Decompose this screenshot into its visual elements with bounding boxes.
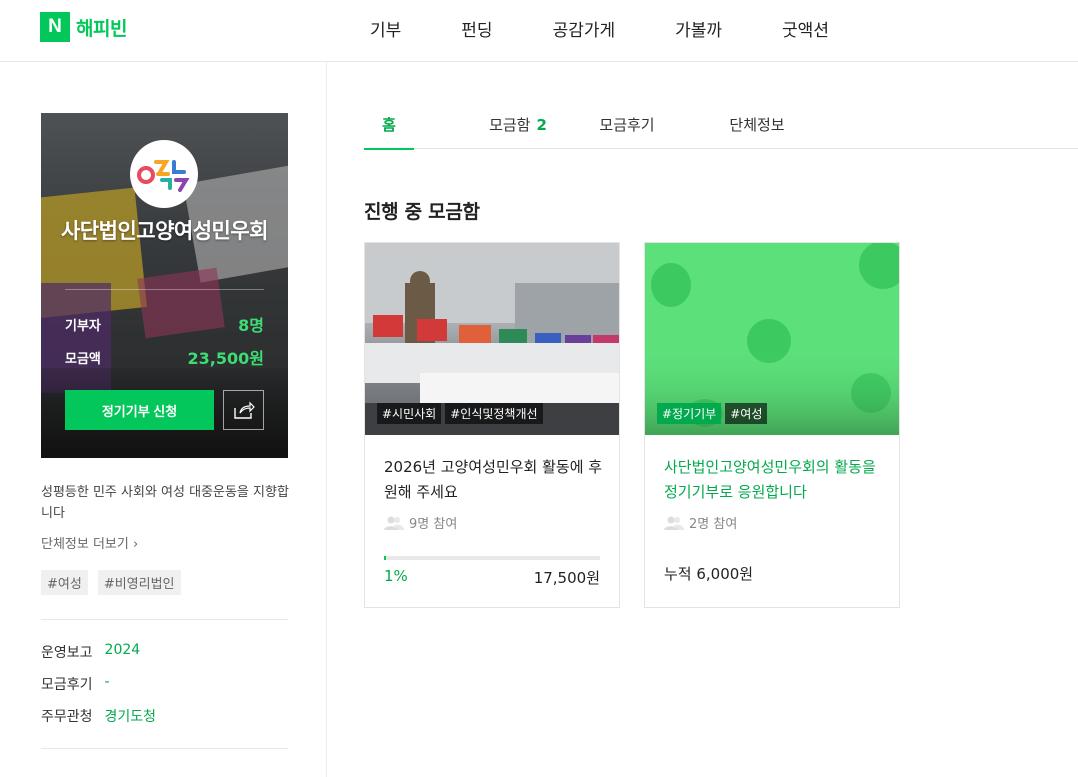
card-tag[interactable]: #시민사회 (377, 403, 442, 424)
donor-count-value: 8명 (238, 316, 264, 335)
tab-label: 모금후기 (599, 116, 655, 134)
fundraiser-stats: 1% 17,500원 (384, 567, 600, 588)
people-icon (384, 516, 404, 530)
organization-logo (130, 140, 198, 208)
info-row-report: 운영보고 2024 (41, 642, 140, 662)
organization-name: 사단법인고양여성민우회 (60, 219, 269, 243)
org-info-more-link[interactable]: 단체정보 더보기 › (41, 533, 138, 552)
fundraiser-card[interactable]: #시민사회 #인식및정책개선 2026년 고양여성민우회 활동에 후원해 주세요… (364, 242, 620, 608)
info-divider-bottom (41, 748, 288, 749)
organization-description: 성평등한 민주 사회와 여성 대중운동을 지향합니다 (41, 485, 289, 521)
accumulated-amount: 누적 6,000원 (664, 565, 754, 583)
info-row-authority: 주무관청 경기도청 (41, 706, 156, 726)
column-divider (326, 62, 327, 777)
tab-label: 단체정보 (729, 116, 785, 134)
amount-label: 모금액 (65, 351, 101, 367)
menu-goodaction[interactable]: 굿액션 (782, 16, 829, 41)
naver-logo-icon: N (40, 12, 70, 42)
tab-reviews[interactable]: 모금후기 (582, 100, 672, 149)
share-button[interactable] (223, 390, 264, 430)
info-label: 운영보고 (41, 645, 93, 661)
section-title: 진행 중 모금함 (364, 201, 480, 223)
organization-profile-card: 사단법인고양여성민우회 기부자 8명 모금액 23,500원 정기기부 신청 (41, 113, 288, 458)
fundraiser-title[interactable]: 사단법인고양여성민우회의 활동을 정기기부로 응원합니다 (664, 455, 884, 505)
regular-donation-card[interactable]: #정기기부 #여성 사단법인고양여성민우회의 활동을 정기기부로 응원합니다 2… (644, 242, 900, 608)
tag-women[interactable]: #여성 (41, 570, 88, 595)
info-divider-top (41, 619, 288, 620)
share-icon (233, 401, 255, 419)
card-tag[interactable]: #인식및정책개선 (445, 403, 543, 424)
tab-org-info[interactable]: 단체정보 (712, 100, 802, 149)
card-tag[interactable]: #여성 (725, 403, 768, 424)
participants-count: 9명 참여 (409, 517, 458, 532)
tab-count: 2 (536, 115, 547, 134)
card-tags: #정기기부 #여성 (657, 403, 768, 424)
info-label: 주무관청 (41, 709, 93, 725)
top-navigation: N 해피빈 기부 펀딩 공감가게 가볼까 굿액션 (0, 0, 1078, 62)
fundraiser-title[interactable]: 2026년 고양여성민우회 활동에 후원해 주세요 (384, 455, 604, 505)
raised-amount: 17,500원 (533, 569, 600, 587)
womenlink-logo-icon (137, 160, 190, 192)
amount-value: 23,500원 (187, 349, 264, 368)
info-value-link[interactable]: 2024 (105, 642, 141, 662)
tab-label: 홈 (382, 116, 396, 134)
main-menu: 기부 펀딩 공감가게 가볼까 굿액션 (370, 16, 889, 41)
fundraiser-image: #정기기부 #여성 (645, 243, 899, 435)
participants-count: 2명 참여 (689, 517, 738, 532)
organization-tags: #여성 #비영리법인 (41, 570, 181, 595)
tab-label: 모금함 (489, 116, 531, 134)
regular-donation-button[interactable]: 정기기부 신청 (65, 390, 214, 430)
menu-store[interactable]: 공감가게 (553, 16, 616, 41)
fundraiser-image: #시민사회 #인식및정책개선 (365, 243, 619, 435)
participants: 9명 참여 (384, 513, 457, 532)
logo-text: 해피빈 (76, 17, 127, 40)
info-row-review: 모금후기 - (41, 674, 110, 694)
card-tags: #시민사회 #인식및정책개선 (377, 403, 543, 424)
menu-funding[interactable]: 펀딩 (461, 16, 492, 41)
progress-bar (384, 556, 600, 560)
progress-fill (384, 556, 387, 560)
menu-visit[interactable]: 가볼까 (675, 16, 722, 41)
happybean-logo[interactable]: N 해피빈 (40, 12, 127, 42)
progress-percent: 1% (384, 567, 408, 585)
donor-count-row: 기부자 8명 (65, 312, 264, 336)
content-tabs: 홈 모금함 2 모금후기 단체정보 (364, 100, 1078, 150)
donor-count-label: 기부자 (65, 318, 101, 334)
info-value-link[interactable]: 경기도청 (105, 706, 157, 726)
tab-home[interactable]: 홈 (364, 100, 414, 150)
people-icon (664, 516, 684, 530)
tag-nonprofit[interactable]: #비영리법인 (97, 570, 181, 595)
info-label: 모금후기 (41, 677, 93, 693)
info-value: - (104, 674, 110, 690)
tab-fundraisers[interactable]: 모금함 2 (462, 100, 574, 149)
profile-divider (65, 289, 264, 290)
participants: 2명 참여 (664, 513, 737, 532)
menu-donate[interactable]: 기부 (370, 16, 401, 41)
card-tag[interactable]: #정기기부 (657, 403, 722, 424)
amount-row: 모금액 23,500원 (65, 345, 264, 369)
